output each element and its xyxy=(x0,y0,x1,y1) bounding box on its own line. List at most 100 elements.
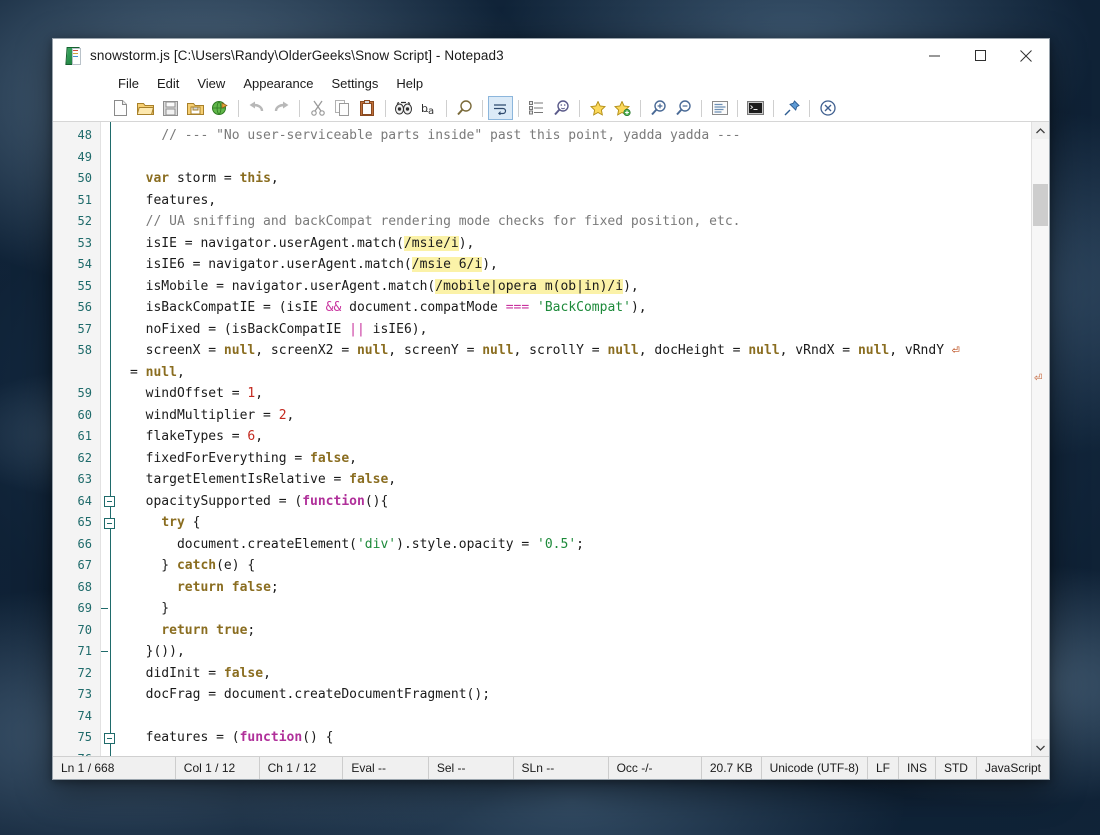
code-line: document.createElement('div').style.opac… xyxy=(130,534,1031,556)
status-std[interactable]: STD xyxy=(936,757,977,779)
vertical-scrollbar[interactable]: ⏎ xyxy=(1031,122,1049,756)
close-button[interactable] xyxy=(1003,39,1049,72)
fold-toggle[interactable] xyxy=(101,491,119,513)
status-line[interactable]: Ln 1 / 668 xyxy=(53,757,176,779)
menu-appearance[interactable]: Appearance xyxy=(234,74,322,93)
scroll-up-arrow[interactable] xyxy=(1032,122,1049,139)
word-wrap-icon[interactable] xyxy=(488,96,513,120)
zoom-in-icon[interactable] xyxy=(646,96,671,120)
code-token: null xyxy=(482,343,514,358)
svg-text:b: b xyxy=(421,102,428,115)
code-token: , xyxy=(286,407,295,423)
line-number: 69 xyxy=(77,601,92,615)
status-occ[interactable]: Occ -/- xyxy=(609,757,702,779)
open-file-icon[interactable] xyxy=(133,96,158,120)
find-icon[interactable] xyxy=(391,96,416,120)
toolbar-separator xyxy=(238,99,239,117)
code-token: = xyxy=(130,364,146,380)
code-token: targetElementIsRelative = xyxy=(130,472,350,487)
redo-icon[interactable] xyxy=(269,96,294,120)
indentation-icon[interactable] xyxy=(524,96,549,120)
code-line: features, xyxy=(130,190,1031,212)
copy-icon[interactable] xyxy=(330,96,355,120)
add-bookmark-icon[interactable] xyxy=(610,96,635,120)
find-in-files-icon[interactable] xyxy=(452,96,477,120)
new-file-icon[interactable] xyxy=(108,96,133,120)
fold-marker-slot xyxy=(101,620,119,642)
code-token: , xyxy=(255,429,264,444)
zoom-out-icon[interactable] xyxy=(671,96,696,120)
code-token: , xyxy=(263,665,271,681)
line-number: 68 xyxy=(77,579,92,594)
menu-file[interactable]: File xyxy=(109,74,148,93)
fold-toggle[interactable] xyxy=(101,512,119,534)
line-number: 71 xyxy=(77,644,92,658)
status-eol[interactable]: LF xyxy=(868,757,899,779)
exit-icon[interactable] xyxy=(815,96,840,120)
svg-text:a: a xyxy=(428,106,434,115)
code-line: fixedForEverything = false, xyxy=(130,448,1031,470)
toolbar-separator xyxy=(299,99,300,117)
fold-marker-slot xyxy=(101,405,119,427)
line-number: 66 xyxy=(77,536,92,551)
code-line: } catch(e) { xyxy=(130,555,1031,577)
menu-help[interactable]: Help xyxy=(387,74,432,93)
schemes-icon[interactable] xyxy=(707,96,732,120)
editor-area[interactable]: 48 49 50 51 52 53 54 55 56 57 58 59 60 61 62 63 64 65 66 67… xyxy=(53,122,1049,756)
menu-settings[interactable]: Settings xyxy=(322,74,387,93)
status-sln[interactable]: SLn -- xyxy=(514,757,609,779)
code-token: flakeTypes = xyxy=(130,429,248,444)
open-in-browser-icon[interactable] xyxy=(208,96,233,120)
code-text[interactable]: // --- "No user-serviceable parts inside… xyxy=(119,122,1031,756)
save-as-icon[interactable] xyxy=(183,96,208,120)
maximize-button[interactable] xyxy=(957,39,1003,72)
save-file-icon[interactable] xyxy=(158,96,183,120)
line-number: 48 xyxy=(77,128,92,142)
fold-marker-slot xyxy=(101,211,119,233)
line-number: 65 xyxy=(77,515,92,529)
code-token: function xyxy=(302,493,365,509)
always-on-top-icon[interactable] xyxy=(779,96,804,120)
line-number: 73 xyxy=(77,687,92,701)
status-eval[interactable]: Eval -- xyxy=(343,757,429,779)
code-token: }()), xyxy=(130,644,185,659)
code-line: isBackCompatIE = (isIE && document.compa… xyxy=(130,297,1031,319)
fold-marker-slot xyxy=(101,577,119,599)
code-token: didInit = xyxy=(130,665,224,681)
undo-icon[interactable] xyxy=(244,96,269,120)
console-icon[interactable] xyxy=(743,96,768,120)
bookmark-icon[interactable] xyxy=(585,96,610,120)
code-token: screenX = xyxy=(130,343,224,358)
code-token: || xyxy=(349,321,365,337)
window-title: snowstorm.js [C:\Users\Randy\OlderGeeks\… xyxy=(90,48,504,63)
status-char[interactable]: Ch 1 / 12 xyxy=(260,757,344,779)
status-language[interactable]: JavaScript xyxy=(977,757,1049,779)
scroll-down-arrow[interactable] xyxy=(1032,739,1049,756)
code-token: opacitySupported = ( xyxy=(130,493,303,509)
status-insert-mode[interactable]: INS xyxy=(899,757,936,779)
code-token: ), xyxy=(458,235,475,251)
code-token: , vRndX = xyxy=(779,343,858,358)
code-folding-margin[interactable] xyxy=(101,122,119,756)
replace-icon[interactable]: ba xyxy=(416,96,441,120)
paste-icon[interactable] xyxy=(355,96,380,120)
scroll-thumb[interactable] xyxy=(1033,184,1048,226)
find-next-icon[interactable] xyxy=(549,96,574,120)
status-encoding[interactable]: Unicode (UTF-8) xyxy=(762,757,868,779)
minimize-button[interactable] xyxy=(911,39,957,72)
status-column[interactable]: Col 1 / 12 xyxy=(176,757,260,779)
menu-view[interactable]: View xyxy=(188,74,234,93)
code-token: // --- "No user-serviceable parts inside… xyxy=(161,128,741,143)
cut-icon[interactable] xyxy=(305,96,330,120)
code-line: var storm = this, xyxy=(130,168,1031,190)
fold-toggle[interactable] xyxy=(101,727,119,749)
menu-edit[interactable]: Edit xyxy=(148,74,188,93)
status-sel[interactable]: Sel -- xyxy=(429,757,514,779)
code-token: docFrag = document.createDocumentFragmen… xyxy=(130,687,491,702)
code-token: } xyxy=(130,601,170,616)
toolbar: ba xyxy=(53,95,1049,122)
